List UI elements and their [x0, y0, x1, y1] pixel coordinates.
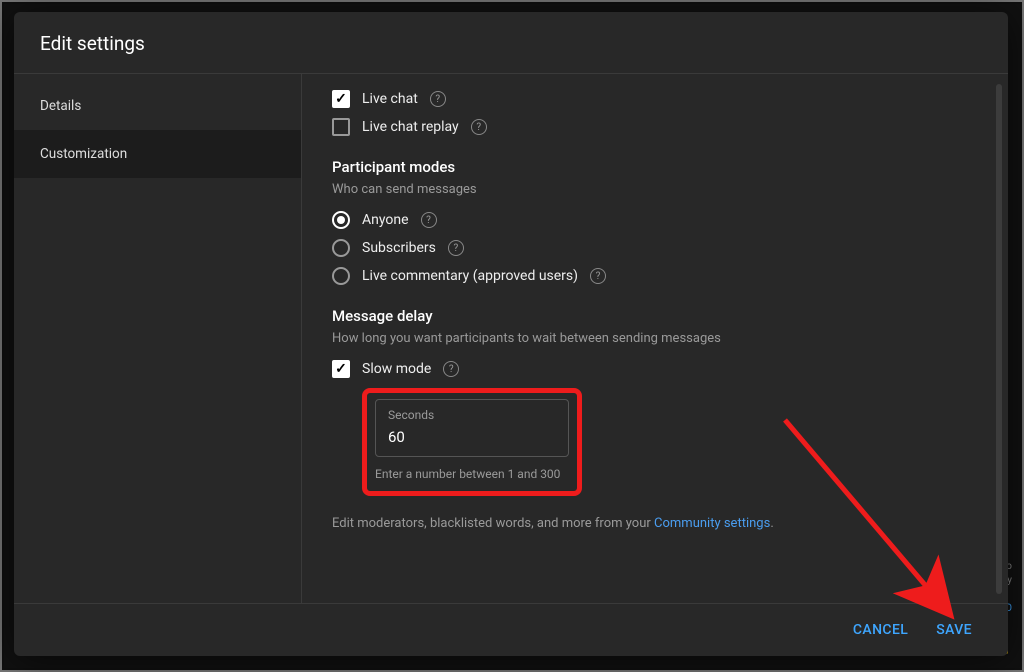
dialog-title: Edit settings	[14, 12, 1008, 73]
seconds-textfield[interactable]: Seconds	[375, 399, 569, 457]
live-chat-replay-label: Live chat replay	[362, 119, 459, 135]
radio-live-commentary-label: Live commentary (approved users)	[362, 268, 578, 284]
live-chat-label: Live chat	[362, 91, 418, 107]
seconds-highlight-annotation: Seconds Enter a number between 1 and 300	[362, 388, 582, 496]
slow-mode-checkbox[interactable]: ✓	[332, 360, 350, 378]
message-delay-heading: Message delay	[332, 307, 978, 325]
slow-mode-label: Slow mode	[362, 361, 431, 377]
radio-subscribers[interactable]	[332, 239, 350, 257]
live-chat-replay-checkbox[interactable]	[332, 118, 350, 136]
dialog-actions: CANCEL SAVE	[14, 603, 1008, 656]
live-chat-checkbox[interactable]: ✓	[332, 90, 350, 108]
participant-modes-heading: Participant modes	[332, 158, 978, 176]
dialog-sidebar: Details Customization	[14, 74, 302, 603]
help-icon[interactable]: ?	[590, 268, 606, 284]
community-settings-link[interactable]: Community settings	[654, 516, 770, 531]
edit-settings-dialog: Edit settings Details Customization ✓ Li…	[14, 12, 1008, 656]
seconds-field-label: Seconds	[388, 408, 556, 422]
radio-anyone[interactable]	[332, 211, 350, 229]
community-settings-note: Edit moderators, blacklisted words, and …	[332, 516, 978, 531]
save-button[interactable]: SAVE	[934, 616, 974, 644]
message-delay-sub: How long you want participants to wait b…	[332, 331, 978, 346]
help-icon[interactable]: ?	[471, 119, 487, 135]
cancel-button[interactable]: CANCEL	[851, 616, 910, 644]
radio-subscribers-label: Subscribers	[362, 240, 436, 256]
help-icon[interactable]: ?	[430, 91, 446, 107]
participant-modes-sub: Who can send messages	[332, 182, 978, 197]
tab-customization[interactable]: Customization	[14, 130, 301, 178]
help-icon[interactable]: ?	[443, 361, 459, 377]
seconds-input[interactable]	[388, 428, 556, 446]
seconds-helper-text: Enter a number between 1 and 300	[375, 467, 569, 481]
scrollbar[interactable]	[996, 84, 1002, 594]
radio-anyone-label: Anyone	[362, 212, 409, 228]
help-icon[interactable]: ?	[421, 212, 437, 228]
help-icon[interactable]: ?	[448, 240, 464, 256]
tab-details[interactable]: Details	[14, 82, 301, 130]
dialog-content: ✓ Live chat ? Live chat replay ? Partici…	[302, 74, 1008, 603]
radio-live-commentary[interactable]	[332, 267, 350, 285]
